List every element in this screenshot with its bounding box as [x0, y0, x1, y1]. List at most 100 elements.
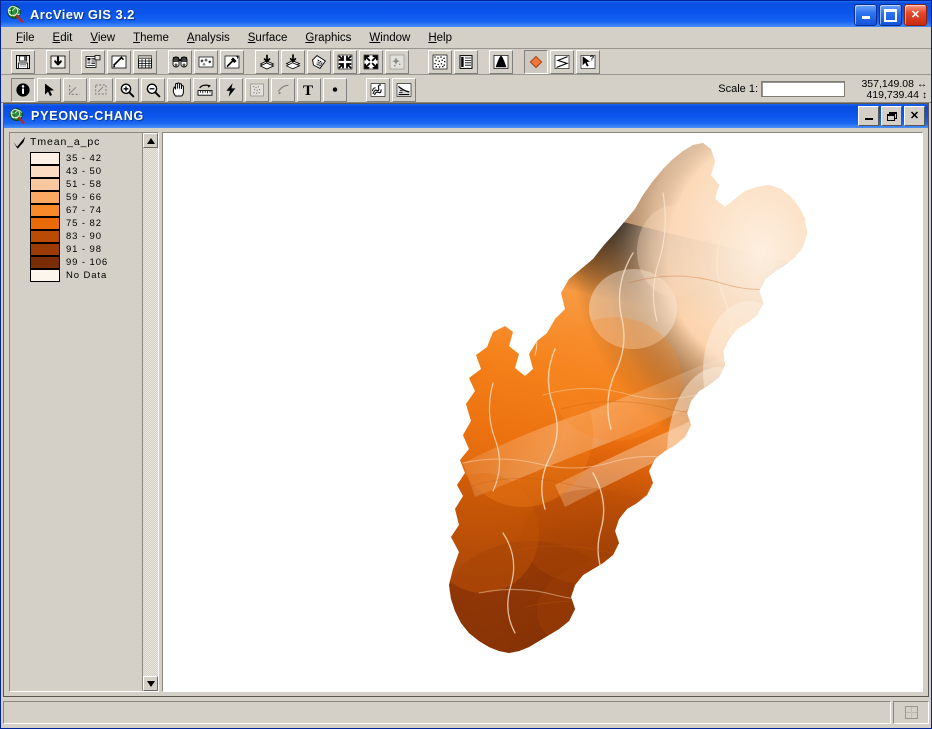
hot-link-tool[interactable] [219, 77, 243, 102]
svg-text:T: T [303, 83, 313, 98]
status-bar [3, 699, 929, 726]
legend-row: 91 - 98 [30, 243, 141, 256]
coordinate-readout: 357,149.08 ↔ 419,739.44 ↕ [847, 77, 927, 102]
legend-swatch [30, 152, 60, 165]
legend-label: 91 - 98 [66, 244, 102, 255]
legend-label: 99 - 106 [66, 257, 109, 268]
menu-theme[interactable]: Theme [124, 30, 178, 46]
legend-row: 35 - 42 [30, 152, 141, 165]
menu-window[interactable]: Window [360, 30, 419, 46]
identify-tool[interactable] [11, 77, 35, 102]
coordinate-y-value: 419,739.44 [866, 89, 919, 101]
legend-row: 75 - 82 [30, 217, 141, 230]
histogram-grid-button[interactable] [428, 49, 452, 74]
add-theme-button[interactable] [46, 49, 70, 74]
main-title-bar: ArcView GIS 3.2 ✕ [1, 1, 931, 27]
legend-row: No Data [30, 269, 141, 282]
legend-swatch [30, 217, 60, 230]
scale-input[interactable] [761, 81, 845, 97]
mask-theme-button[interactable] [307, 49, 331, 74]
menu-surface[interactable]: Surface [239, 30, 297, 46]
scale-control: Scale 1: [718, 81, 845, 97]
legend-swatch [30, 230, 60, 243]
legend-row: 67 - 74 [30, 204, 141, 217]
view-title-bar: PYEONG-CHANG ✕ [4, 104, 928, 128]
legend-row: 51 - 58 [30, 178, 141, 191]
menu-view[interactable]: View [81, 30, 124, 46]
checkmark-icon[interactable] [12, 136, 27, 150]
context-help-button[interactable]: ? [576, 49, 600, 74]
legend-label: No Data [66, 270, 108, 281]
legend-swatch [30, 256, 60, 269]
measure-tool[interactable] [193, 77, 217, 102]
close-button[interactable]: ✕ [904, 4, 927, 26]
draw-marker-button[interactable] [524, 49, 548, 74]
draw-line-button[interactable] [550, 49, 574, 74]
legend-label: 83 - 90 [66, 231, 102, 242]
menu-file[interactable]: File [7, 30, 44, 46]
menu-analysis[interactable]: Analysis [178, 30, 239, 46]
find-button[interactable] [168, 49, 192, 74]
legend-row: 99 - 106 [30, 256, 141, 269]
merge-theme-button[interactable] [281, 49, 305, 74]
profile-tool[interactable] [392, 77, 416, 102]
toc-scrollbar[interactable] [142, 133, 158, 691]
rotate-tool[interactable] [271, 77, 295, 102]
status-grid-panel[interactable] [893, 701, 929, 724]
zoom-in-tool[interactable] [115, 77, 139, 102]
clip-theme-button[interactable] [255, 49, 279, 74]
clear-selection-button[interactable] [385, 49, 409, 74]
zoom-out-tool[interactable] [141, 77, 165, 102]
pan-tool[interactable] [167, 77, 191, 102]
arcview-globe-icon [5, 4, 25, 24]
maximize-button[interactable] [879, 4, 902, 26]
zoom-to-selected-button[interactable] [333, 49, 357, 74]
menu-help[interactable]: Help [419, 30, 461, 46]
zoom-to-full-extent-button[interactable] [359, 49, 383, 74]
menu-graphics[interactable]: Graphics [296, 30, 360, 46]
query-builder-button[interactable] [194, 49, 218, 74]
menu-bar: File Edit View Theme Analysis Surface Gr… [1, 27, 931, 49]
layout-button[interactable] [454, 49, 478, 74]
pointer-tool[interactable] [37, 77, 61, 102]
legend-swatch [30, 178, 60, 191]
legend-row: 59 - 66 [30, 191, 141, 204]
select-by-line-tool[interactable] [63, 77, 87, 102]
area-select-tool[interactable] [245, 77, 269, 102]
view-restore-button[interactable] [881, 106, 902, 126]
raster-surface [163, 133, 922, 691]
view-minimize-button[interactable] [858, 106, 879, 126]
scroll-up-icon[interactable] [143, 133, 158, 148]
legend-label: 67 - 74 [66, 205, 102, 216]
legend-swatch [30, 269, 60, 282]
legend-row: 43 - 50 [30, 165, 141, 178]
flow-direction-tool[interactable] [366, 77, 390, 102]
theme-name-label: Tmean_a_pc [30, 136, 101, 148]
histogram-button[interactable] [489, 49, 513, 74]
view-close-button[interactable]: ✕ [904, 106, 925, 126]
window-controls: ✕ [854, 4, 927, 26]
text-tool[interactable]: T [297, 77, 321, 102]
theme-entry[interactable]: Tmean_a_pc 35 - 42 43 - 50 51 - 58 59 - … [12, 136, 141, 282]
theme-properties-button[interactable] [81, 49, 105, 74]
legend-label: 35 - 42 [66, 153, 102, 164]
svg-text:?: ? [590, 54, 595, 63]
vertical-arrows-icon: ↕ [922, 90, 927, 101]
legend-swatch [30, 243, 60, 256]
map-canvas[interactable] [162, 132, 923, 692]
select-features-button[interactable] [220, 49, 244, 74]
scroll-down-icon[interactable] [143, 676, 158, 691]
legend-row: 83 - 90 [30, 230, 141, 243]
draw-point-tool[interactable] [323, 77, 347, 102]
table-of-contents: Tmean_a_pc 35 - 42 43 - 50 51 - 58 59 - … [9, 132, 159, 692]
select-by-box-tool[interactable] [89, 77, 113, 102]
save-project-button[interactable] [11, 49, 35, 74]
menu-edit[interactable]: Edit [44, 30, 82, 46]
minimize-button[interactable] [854, 4, 877, 26]
legend-label: 75 - 82 [66, 218, 102, 229]
view-document-window: PYEONG-CHANG ✕ Tmean_a_pc 35 - 42 43 - 5… [3, 103, 929, 697]
legend-swatch [30, 204, 60, 217]
open-table-button[interactable] [133, 49, 157, 74]
scrollbar-track[interactable] [143, 148, 158, 676]
legend-editor-button[interactable] [107, 49, 131, 74]
